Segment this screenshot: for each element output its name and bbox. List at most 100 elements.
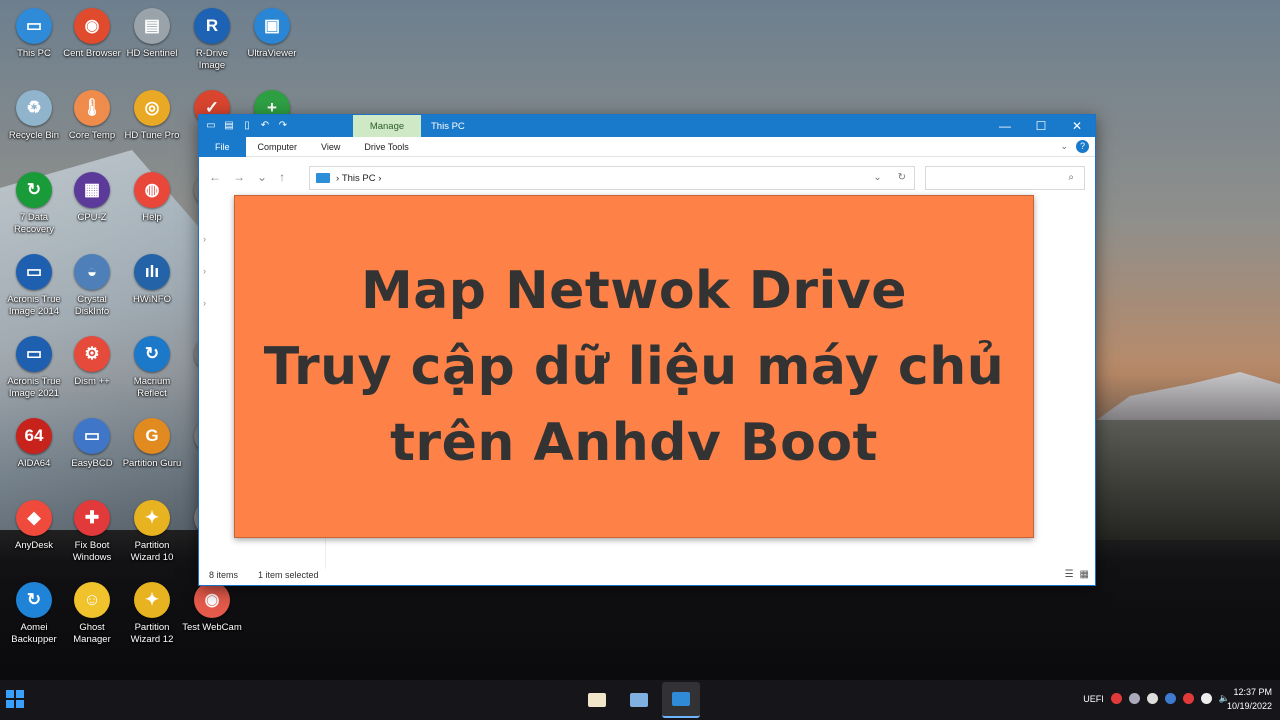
clock[interactable]: 12:37 PM 10/19/2022 [1227,685,1272,713]
uefi-label: UEFI [1083,693,1104,704]
desktop-icon[interactable]: 🌡 Core Temp [62,90,122,142]
status-item-count: 8 items [209,570,239,580]
taskbar-app-network[interactable] [620,682,658,718]
desktop-icon[interactable]: ▭ Acronis True Image 2014 [4,254,64,318]
network-icon [630,693,648,707]
close-icon[interactable]: ✕ [1059,115,1095,137]
desktop-icon[interactable]: ✦ Partition Wizard 10 [122,500,182,564]
new-folder-icon[interactable]: ▯ [241,120,253,132]
desktop-icon[interactable]: ▤ HD Sentinel [122,8,182,60]
desktop-icon[interactable]: ◉ Cent Browser [62,8,122,60]
desktop-icon[interactable]: ▭ This PC [4,8,64,60]
desktop-icon[interactable]: ▣ UltraViewer [242,8,302,60]
notepad-icon [588,693,606,707]
desktop-icon-label: Macrium Reflect [133,376,171,399]
desktop-icon-label: EasyBCD [71,458,113,469]
help-icon[interactable]: ? [1076,140,1089,153]
history-dropdown-icon[interactable]: ⌄ [873,172,881,183]
forward-arrow-icon[interactable]: → [233,170,245,184]
desktop-icon-label: Aomei Backupper [11,622,57,645]
overlay-line-2: Truy cập dữ liệu máy chủ [263,336,1005,397]
app-icon: R [194,8,230,44]
address-actions: ⌄ ↻ [873,172,906,183]
desktop-icon[interactable]: ✚ Fix Boot Windows [62,500,122,564]
tab-computer[interactable]: Computer [246,137,310,157]
desktop-icon[interactable]: ▭ Acronis True Image 2021 [4,336,64,400]
app-icon: 64 [16,418,52,454]
up-arrow-icon[interactable]: ↑ [279,170,285,184]
nav-expand-icon[interactable]: › [203,287,206,319]
app-icon: ▭ [74,418,110,454]
tab-drive-tools[interactable]: Drive Tools [352,137,420,157]
address-bar[interactable]: › This PC › ⌄ ↻ [309,166,915,190]
media-icon[interactable] [1182,693,1194,704]
desktop-icon[interactable]: ◎ HD Tune Pro [122,90,182,142]
desktop-icon[interactable]: R R-Drive Image [182,8,242,72]
taskbar-app-this-pc[interactable] [662,682,700,718]
desktop-icon[interactable]: ılı HWiNFO [122,254,182,306]
properties-icon[interactable]: ▤ [223,120,235,132]
app-icon: ▤ [134,8,170,44]
desktop-icon-label: Ghost Manager [73,622,111,645]
desktop-icon-label: Acronis True Image 2014 [7,294,61,317]
network-tray-icon[interactable] [1128,693,1140,704]
desktop-icon[interactable]: ◉ Test WebCam [182,582,242,634]
refresh-icon[interactable]: ↻ [898,172,906,183]
desktop-icon[interactable]: ◒ Crystal DiskInfo [62,254,122,318]
keyboard-icon[interactable] [1146,693,1158,704]
desktop-icon[interactable]: ☺ Ghost Manager [62,582,122,646]
large-icons-view-icon[interactable]: ▦ [1080,569,1089,580]
tab-view[interactable]: View [309,137,352,157]
desktop-icon[interactable]: ▭ EasyBCD [62,418,122,470]
power-icon[interactable] [1200,693,1212,704]
app-icon: ✦ [134,500,170,536]
window-controls: — ☐ ✕ [987,115,1095,137]
desktop-icon-label: AnyDesk [14,540,53,551]
recent-chevron-icon[interactable]: ⌄ [257,170,267,184]
undo-icon[interactable]: ↶ [259,120,271,132]
desktop-icon-label: Dism ++ [74,376,110,387]
breadcrumb-this-pc[interactable]: This PC [342,173,376,184]
start-button[interactable] [6,690,24,708]
maximize-icon[interactable]: ☐ [1023,115,1059,137]
desktop-icon-label: 7 Data Recovery [13,212,55,235]
desktop-icon[interactable]: ↻ Aomei Backupper [4,582,64,646]
app-icon: ✦ [134,582,170,618]
minimize-icon[interactable]: — [987,115,1023,137]
view-toggle: ☰ ▦ [1065,569,1089,580]
back-arrow-icon[interactable]: ← [209,170,221,184]
desktop-icon[interactable]: G Partition Guru [122,418,182,470]
desktop-icon-label: Partition Wizard 12 [130,622,174,645]
tab-manage[interactable]: Manage [353,115,421,137]
nav-expand-icon[interactable]: › [203,223,206,255]
desktop-icon[interactable]: ⚙ Dism ++ [62,336,122,388]
desktop-icon-label: HWiNFO [133,294,171,305]
app-icon: ↻ [16,172,52,208]
details-view-icon[interactable]: ☰ [1065,569,1074,580]
tab-file[interactable]: File [199,136,246,157]
record-icon[interactable] [1110,693,1122,704]
desktop-icon-label: CPU-Z [77,212,107,223]
desktop-icon[interactable]: ↻ 7 Data Recovery [4,172,64,236]
desktop-icon-label: Recycle Bin [8,130,60,141]
desktop-icon[interactable]: ✦ Partition Wizard 12 [122,582,182,646]
redo-icon[interactable]: ↷ [277,120,289,132]
expand-ribbon-icon[interactable]: ⌄ [1060,141,1068,152]
desktop-icon[interactable]: ▦ CPU-Z [62,172,122,224]
title-overlay-card: Map Netwok Drive Truy cập dữ liệu máy ch… [234,195,1034,538]
desktop-icon-label: AIDA64 [17,458,51,469]
desktop-icon[interactable]: ◍ Help [122,172,182,224]
taskbar-app-notepad[interactable] [578,682,616,718]
desktop-icon[interactable]: ↻ Macrium Reflect [122,336,182,400]
window-titlebar[interactable]: ▭ ▤ ▯ ↶ ↷ Manage This PC — ☐ ✕ [199,115,1095,137]
search-icon: ⌕ [1068,172,1074,183]
desktop-icon[interactable]: ♻ Recycle Bin [4,90,64,142]
desktop-icon[interactable]: ◆ AnyDesk [4,500,64,552]
nav-expand-icon[interactable]: › [203,255,206,287]
app-a-icon[interactable] [1164,693,1176,704]
pc-icon: ▭ [206,120,216,131]
desktop-icon[interactable]: 64 AIDA64 [4,418,64,470]
search-input[interactable]: ⌕ [925,166,1085,190]
app-icon: ▣ [254,8,290,44]
overlay-line-3: trên Anhdv Boot [390,412,878,473]
